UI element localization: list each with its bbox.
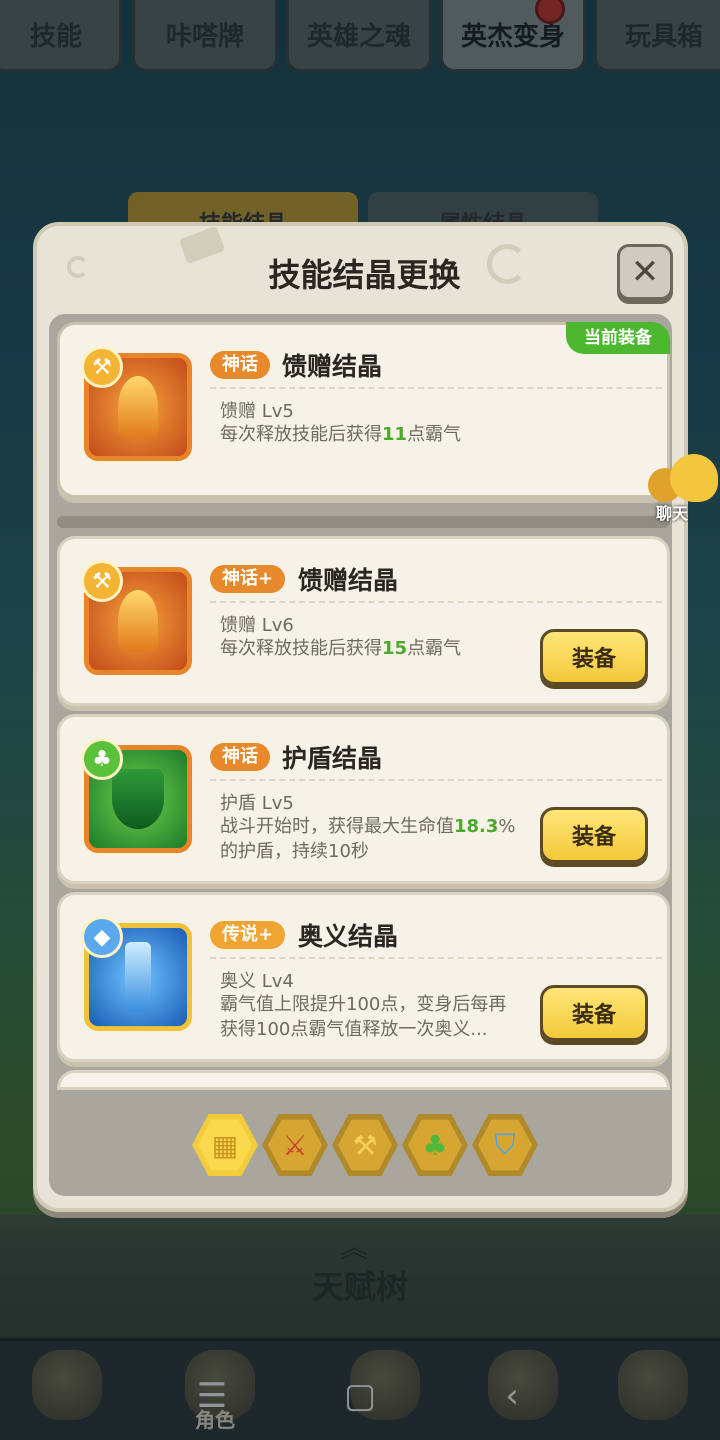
gift-crystal-icon: ⚒ [81,346,192,461]
crystal-name: 馈赠结晶 [282,352,383,381]
sword-glyph: ⚔ [268,1119,322,1171]
rarity-badge: 神话 [210,743,270,771]
leaf-badge-icon: ♣ [81,738,123,780]
desc-text: 点霸气 [407,638,462,659]
card-divider [210,387,662,389]
gift-crystal-icon: ⚒ [81,560,192,675]
shield-glyph: ⛉ [478,1119,532,1171]
crystal-level: 馈赠 Lv5 [220,401,294,422]
shield-crystal-icon: ♣ [81,738,192,853]
rarity-badge: 神话 [210,351,270,379]
shield-badge-icon: ◆ [81,916,123,958]
close-button[interactable]: ✕ [617,244,673,300]
card-divider [210,779,662,781]
grid-filter-icon[interactable]: ▦ [192,1113,258,1177]
current-equipped-tag: 当前装备 [566,322,670,354]
sword-crystal-icon: ◆ [81,916,192,1031]
axe-filter-icon[interactable]: ⚒ [332,1113,398,1177]
crystal-level: 护盾 Lv5 [220,793,294,814]
gem-shape [112,769,164,829]
modal-title: 技能结晶更换 [268,256,461,294]
sword-filter-icon[interactable]: ⚔ [262,1113,328,1177]
crystal-description: 每次释放技能后获得11点霸气 [220,422,620,447]
desc-text: 每次释放技能后获得 [220,424,382,445]
crystal-level: 奥义 Lv4 [220,971,294,992]
axe-badge-icon: ⚒ [81,560,123,602]
desc-value: 15 [382,638,408,659]
equip-button[interactable]: 装备 [540,807,648,863]
equip-button[interactable]: 装备 [540,985,648,1041]
gem-shape [118,376,158,438]
chat-face-icon [670,454,718,502]
list-divider [57,516,670,528]
chat-button[interactable]: 聊天 [648,454,720,524]
equip-button[interactable]: 装备 [540,629,648,685]
crystal-name: 奥义结晶 [298,922,399,951]
crystal-filter-bar: ▦ ⚔ ⚒ ♣ ⛉ [192,1112,538,1182]
gem-shape [125,942,151,1012]
axe-badge-icon: ⚒ [81,346,123,388]
crystal-swap-modal: 技能结晶更换 ✕ 当前装备 ⚒ 神话 馈赠结晶 馈赠 Lv5 每次释放技能后获得… [33,222,688,1212]
crystal-level: 馈赠 Lv6 [220,615,294,636]
crystal-card-partial [57,1070,670,1090]
crystal-card: ◆ 传说+ 奥义结晶 奥义 Lv4 霸气值上限提升100点，变身后每再获得100… [57,892,670,1062]
crystal-description: 战斗开始时，获得最大生命值18.3%的护盾，持续10秒 [220,814,520,864]
shield-filter-icon[interactable]: ⛉ [472,1113,538,1177]
desc-text: 每次释放技能后获得 [220,638,382,659]
desc-text: 战斗开始时，获得最大生命值 [220,816,454,837]
desc-value: 18.3 [454,816,499,837]
gem-shape [118,590,158,652]
desc-value: 11 [382,424,408,445]
desc-text: 点霸气 [407,424,462,445]
rarity-badge: 传说+ [210,921,286,949]
crystal-name: 护盾结晶 [282,744,383,773]
rarity-badge: 神话+ [210,565,286,593]
crystal-name: 馈赠结晶 [298,566,399,595]
card-divider [210,601,662,603]
grid-glyph: ▦ [198,1119,252,1171]
axe-glyph: ⚒ [338,1119,392,1171]
leaf-filter-icon[interactable]: ♣ [402,1113,468,1177]
crystal-description: 每次释放技能后获得15点霸气 [220,636,520,661]
crystal-card: ♣ 神话 护盾结晶 护盾 Lv5 战斗开始时，获得最大生命值18.3%的护盾，持… [57,714,670,884]
leaf-glyph: ♣ [408,1119,462,1171]
current-crystal-card: 当前装备 ⚒ 神话 馈赠结晶 馈赠 Lv5 每次释放技能后获得11点霸气 [57,322,670,498]
crystal-card: ⚒ 神话+ 馈赠结晶 馈赠 Lv6 每次释放技能后获得15点霸气 装备 [57,536,670,706]
close-icon: ✕ [630,252,660,292]
card-divider [210,957,662,959]
crystal-description: 霸气值上限提升100点，变身后每再获得100点霸气值释放一次奥义... [220,992,520,1042]
chat-label: 聊天 [656,504,689,523]
desc-text: 霸气值上限提升100点，变身后每再获得100点霸气值释放一次奥义... [220,994,507,1040]
